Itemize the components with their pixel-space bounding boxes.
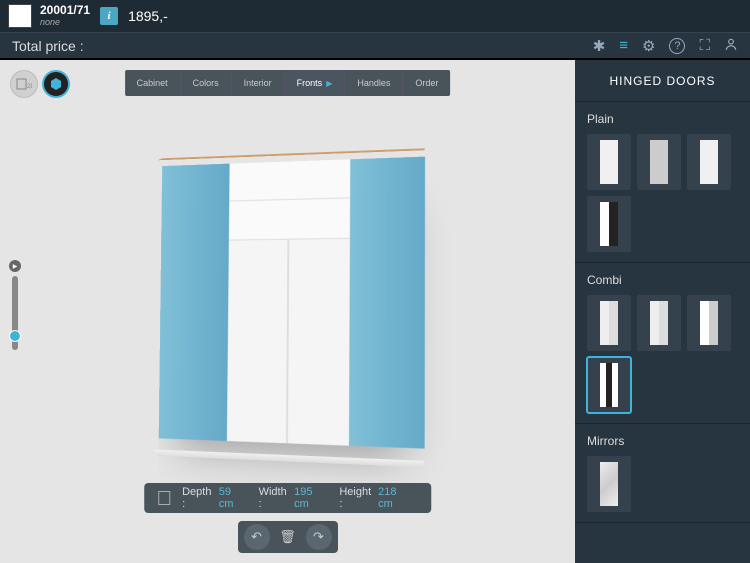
depth-value: 59 cm [219, 486, 245, 510]
view-3d-button[interactable] [42, 70, 70, 98]
info-icon[interactable]: i [100, 7, 118, 25]
width-label: Width : [259, 486, 289, 510]
door-swatch-selected[interactable] [587, 357, 631, 413]
section-label-mirrors: Mirrors [587, 434, 738, 448]
height-value: 218 cm [378, 486, 409, 510]
side-panel: HINGED DOORS Plain Combi Mirrors [575, 60, 750, 563]
section-mirrors: Mirrors [575, 424, 750, 523]
delete-button[interactable]: 🗑 [274, 525, 302, 549]
door-swatch[interactable] [587, 456, 631, 512]
snowflake-icon[interactable]: ✱ [593, 37, 606, 55]
height-label: Height : [339, 486, 372, 510]
tab-colors[interactable]: Colors [181, 70, 232, 96]
door-swatch[interactable] [687, 134, 731, 190]
slider-thumb[interactable] [9, 330, 21, 342]
step-tabs: Cabinet Colors Interior Fronts▶ Handles … [125, 70, 451, 96]
main-area: 2D Cabinet Colors Interior Fronts▶ Handl… [0, 60, 750, 563]
panel-title: HINGED DOORS [575, 60, 750, 102]
door-swatch[interactable] [637, 134, 681, 190]
view-toggles: 2D [10, 70, 70, 98]
product-code: 20001/71 [40, 4, 90, 17]
door-swatch[interactable] [587, 196, 631, 252]
width-value: 195 cm [294, 486, 325, 510]
list-icon[interactable]: ≡ [619, 37, 628, 54]
product-subtitle: none [40, 18, 90, 28]
tab-fronts[interactable]: Fronts▶ [285, 70, 346, 96]
tab-interior[interactable]: Interior [232, 70, 285, 96]
dimensions-icon [158, 491, 170, 505]
user-icon[interactable] [724, 37, 738, 54]
top-bar: 20001/71 none i 1895,- [0, 0, 750, 32]
action-bar: ↶ 🗑 ↷ [238, 521, 338, 553]
tab-handles[interactable]: Handles [345, 70, 403, 96]
toolbar-icons: ✱ ≡ ⚙ ? ⛶ [593, 37, 738, 55]
help-icon[interactable]: ? [669, 38, 685, 54]
price-bar: Total price : ✱ ≡ ⚙ ? ⛶ [0, 32, 750, 60]
redo-button[interactable]: ↷ [306, 524, 332, 550]
cabinet-model[interactable] [153, 152, 423, 442]
rotation-slider[interactable]: ▶ [8, 260, 22, 350]
product-thumbnail[interactable] [8, 4, 32, 28]
total-price-label: Total price : [12, 38, 84, 54]
undo-button[interactable]: ↶ [244, 524, 270, 550]
section-plain: Plain [575, 102, 750, 263]
depth-label: Depth : [182, 486, 213, 510]
product-info: 20001/71 none [40, 4, 90, 27]
view-2d-button[interactable]: 2D [10, 70, 38, 98]
door-swatch[interactable] [687, 295, 731, 351]
door-swatch[interactable] [587, 295, 631, 351]
chevron-right-icon: ▶ [326, 79, 332, 88]
section-label-combi: Combi [587, 273, 738, 287]
slider-track[interactable] [12, 276, 18, 350]
section-label-plain: Plain [587, 112, 738, 126]
tab-cabinet[interactable]: Cabinet [125, 70, 181, 96]
play-icon[interactable]: ▶ [9, 260, 21, 272]
dimensions-bar: Depth : 59 cm Width : 195 cm Height : 21… [144, 483, 432, 513]
svg-text:2D: 2D [27, 84, 32, 90]
section-combi: Combi [575, 263, 750, 424]
viewport-3d[interactable]: 2D Cabinet Colors Interior Fronts▶ Handl… [0, 60, 575, 563]
gear-icon[interactable]: ⚙ [642, 37, 655, 55]
header-price: 1895,- [128, 8, 168, 24]
tab-order[interactable]: Order [403, 70, 450, 96]
door-swatch[interactable] [587, 134, 631, 190]
save-icon[interactable]: ⛶ [699, 37, 710, 54]
door-swatch[interactable] [637, 295, 681, 351]
